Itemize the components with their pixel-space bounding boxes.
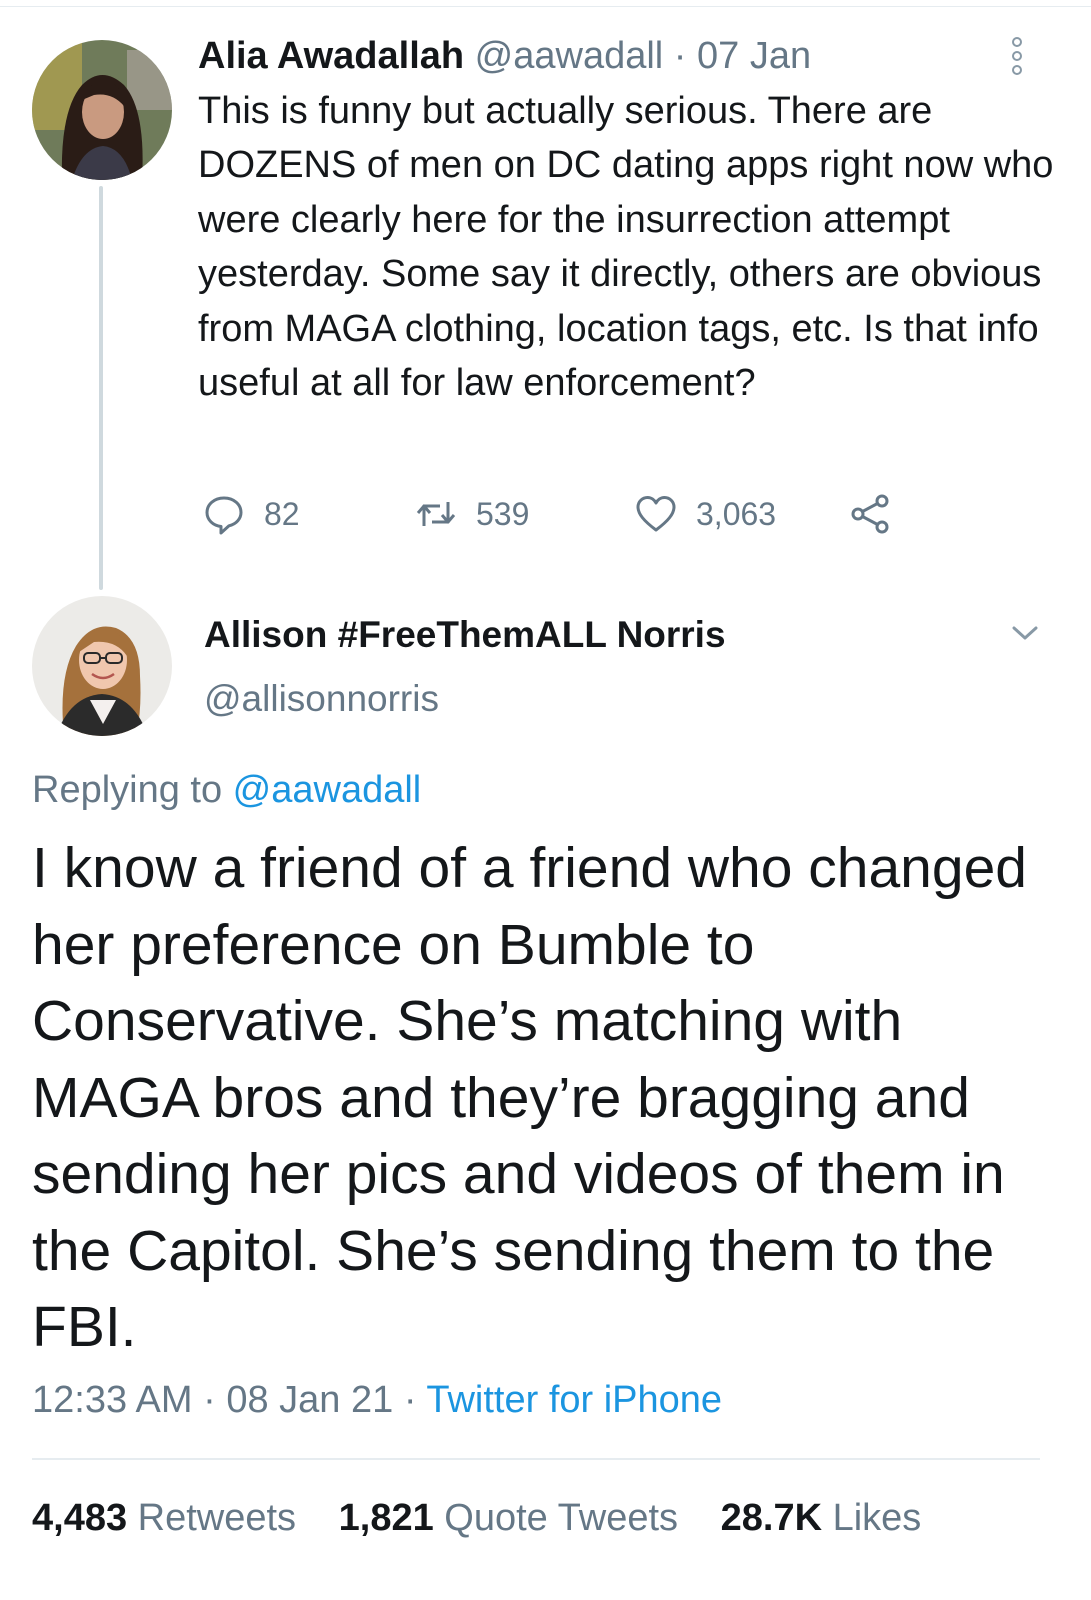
tweet-time: 12:33 AM	[32, 1379, 193, 1421]
avatar-allison[interactable]	[32, 596, 172, 736]
quote-tweets-stat[interactable]: 1,821 Quote Tweets	[339, 1497, 678, 1539]
tweet-date[interactable]: 07 Jan	[697, 35, 811, 77]
reply-button[interactable]: 82	[202, 490, 300, 538]
parent-tweet-text: This is funny but actually serious. Ther…	[198, 90, 1054, 405]
author-name[interactable]: Alia Awadallah	[198, 35, 464, 77]
tweet-stats: 4,483 Retweets 1,821 Quote Tweets 28.7K …	[32, 1494, 953, 1542]
retweet-button[interactable]: 539	[414, 490, 529, 538]
chevron-down-icon[interactable]	[1008, 618, 1042, 648]
tweet-meta: 12:33 AM · 08 Jan 21 · Twitter for iPhon…	[32, 1376, 722, 1424]
replying-handle-link[interactable]: @aawadall	[233, 769, 422, 811]
main-tweet-text: I know a friend of a friend who changed …	[32, 836, 1027, 1359]
parent-tweet-actions: 82 539 3,063	[198, 490, 918, 538]
share-button[interactable]	[848, 490, 892, 538]
parent-tweet-header: Alia Awadallah @aawadall · 07 Jan	[198, 32, 811, 80]
author-handle[interactable]: @allisonnorris	[204, 676, 439, 722]
quotes-label: Quote Tweets	[444, 1497, 679, 1539]
replying-label: Replying to	[32, 769, 233, 811]
avatar-alia[interactable]	[32, 40, 172, 180]
header-separator: ·	[673, 35, 687, 77]
more-vertical-icon[interactable]	[1006, 36, 1028, 76]
retweets-stat[interactable]: 4,483 Retweets	[32, 1497, 296, 1539]
quotes-count: 1,821	[338, 1497, 434, 1539]
top-divider	[0, 6, 1091, 7]
author-handle[interactable]: @aawadall	[475, 35, 664, 77]
meta-separator: ·	[192, 1379, 227, 1421]
like-icon	[636, 496, 676, 532]
reply-count: 82	[264, 495, 300, 532]
like-count: 3,063	[696, 495, 777, 532]
likes-count: 28.7K	[720, 1497, 823, 1539]
replying-to: Replying to @aawadall	[32, 766, 421, 814]
like-button[interactable]: 3,063	[634, 490, 776, 538]
meta-separator: ·	[393, 1379, 427, 1421]
stats-divider	[32, 1458, 1040, 1460]
tweet-date: 08 Jan 21	[226, 1379, 394, 1421]
likes-label: Likes	[832, 1497, 922, 1539]
share-icon	[851, 494, 889, 534]
retweets-label: Retweets	[137, 1497, 297, 1539]
retweet-count: 539	[476, 495, 530, 532]
likes-stat[interactable]: 28.7K Likes	[721, 1497, 922, 1539]
retweets-count: 4,483	[32, 1497, 128, 1539]
author-name[interactable]: Allison #FreeThemALL Norris	[204, 612, 726, 658]
tweet-source-link[interactable]: Twitter for iPhone	[426, 1379, 722, 1421]
reply-icon	[205, 496, 243, 535]
retweet-icon	[416, 502, 456, 526]
thread-connector	[99, 186, 103, 590]
